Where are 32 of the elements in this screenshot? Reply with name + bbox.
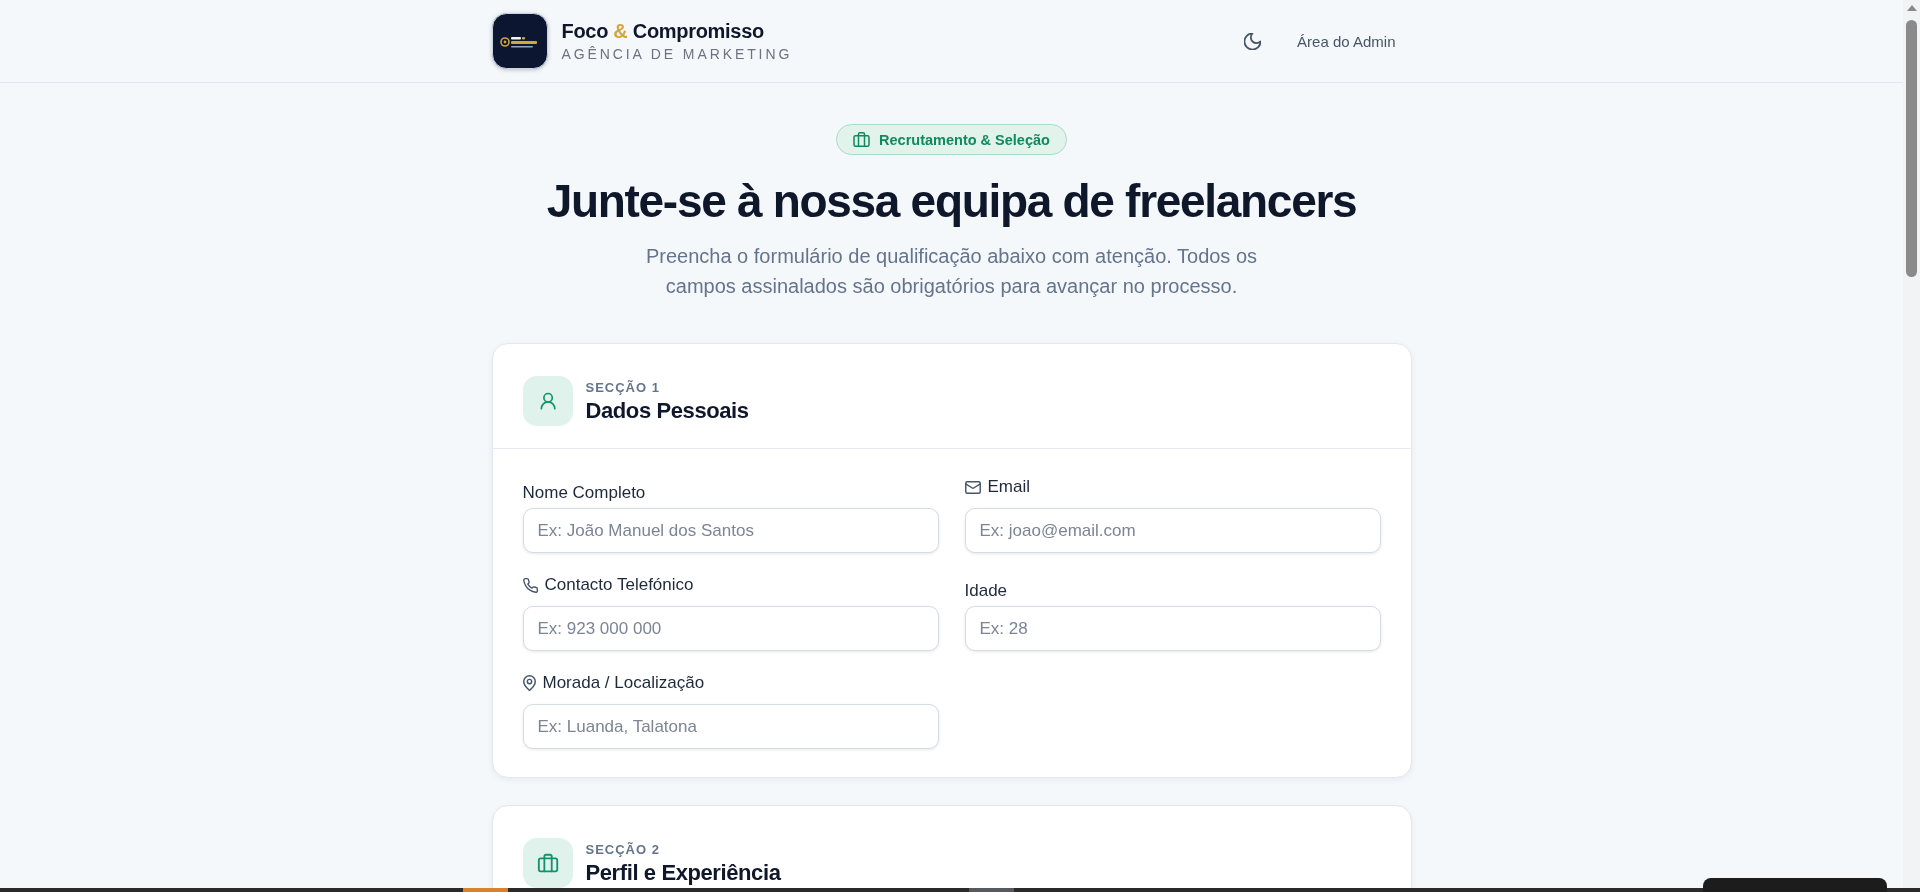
map-pin-icon — [522, 675, 536, 691]
input-field[interactable]: Ex: 923 000 000 — [522, 606, 939, 651]
envelope-icon — [964, 480, 981, 494]
input-field[interactable]: Ex: joao@email.com — [964, 508, 1381, 553]
field-label: Nome Completo — [522, 483, 646, 503]
phone-icon — [522, 577, 538, 593]
input-field[interactable]: Ex: Luanda, Talatona — [522, 704, 939, 749]
briefcase-icon — [853, 132, 871, 147]
section-title: Perfil e Experiência — [585, 860, 781, 885]
badge-label: Recrutamento & Seleção — [879, 131, 1050, 148]
logo-icon — [491, 13, 548, 69]
section-number: SECÇÃO 1 — [585, 379, 661, 395]
briefcase-icon — [522, 838, 573, 888]
field-label: Idade — [964, 581, 1008, 601]
input-field[interactable]: Ex: 28 — [964, 606, 1381, 651]
moon-icon — [1244, 32, 1262, 50]
page-title: Junte-se à nossa equipa de freelancers — [546, 174, 1357, 229]
input-field[interactable]: Ex: João Manuel dos Santos — [522, 508, 939, 553]
section-number: SECÇÃO 2 — [585, 841, 661, 857]
field-label: Email — [987, 477, 1030, 497]
page-subtitle: Preencha o formulário de qualificação abaixo com atenção. Todos os campos assinalados são obrigatórios para avançar no processo. — [644, 244, 1259, 299]
scroll-up-icon[interactable] — [1906, 5, 1917, 11]
section-title: Dados Pessoais — [585, 398, 749, 423]
user-icon — [522, 376, 573, 426]
brand-tagline: AGÊNCIA DE MARKETING — [561, 46, 793, 62]
taskbar-item[interactable] — [969, 888, 1014, 892]
scrollbar-thumb[interactable] — [1906, 20, 1917, 277]
admin-link[interactable]: Área do Admin — [1281, 24, 1412, 58]
field-label: Morada / Localização — [542, 673, 705, 693]
taskbar-item[interactable] — [463, 888, 508, 892]
brand-name: Foco & Compromisso — [561, 20, 765, 43]
field-label: Contacto Telefónico — [544, 575, 694, 595]
